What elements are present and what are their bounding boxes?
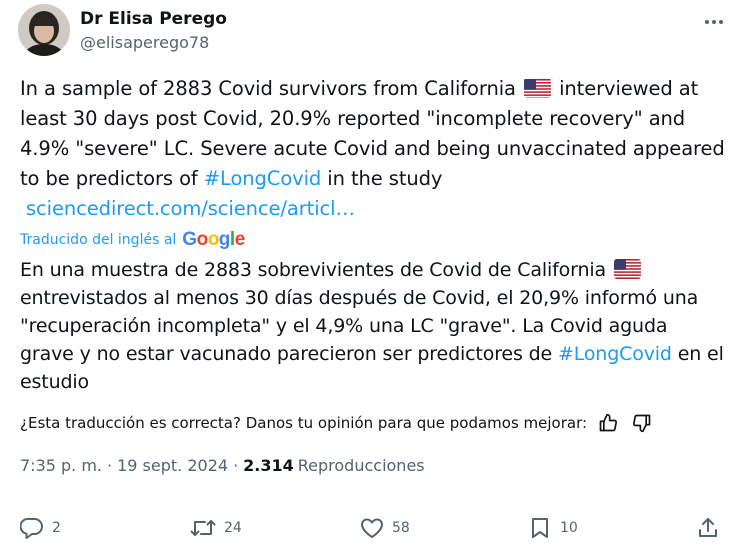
tweet-date[interactable]: 19 sept. 2024 <box>117 456 228 475</box>
like-button[interactable]: 58 <box>360 516 410 540</box>
more-options-icon[interactable] <box>700 8 728 36</box>
tweet-meta: 7:35 p. m. · 19 sept. 2024 · 2.314 Repro… <box>20 456 425 475</box>
tweet-header: Dr Elisa Perego @elisaperego78 <box>18 4 728 56</box>
hashtag-link[interactable]: #LongCovid <box>204 167 322 190</box>
google-logo: Google <box>182 229 245 250</box>
separator-dot: · <box>107 456 113 475</box>
tweet-text: In a sample of 2883 Covid survivors from… <box>20 74 726 224</box>
bookmark-icon <box>528 516 552 540</box>
views-count[interactable]: 2.314 <box>243 456 294 475</box>
author-display-name[interactable]: Dr Elisa Perego <box>80 8 227 30</box>
us-flag-icon <box>523 78 551 98</box>
tweet-text-part: In a sample of 2883 Covid survivors from… <box>20 77 516 100</box>
reply-icon <box>20 516 44 540</box>
tweet-time[interactable]: 7:35 p. m. <box>20 456 102 475</box>
bookmark-count: 10 <box>560 520 578 536</box>
translated-text-part: En una muestra de 2883 sobrevivientes de… <box>20 259 606 281</box>
heart-icon <box>360 516 384 540</box>
share-icon <box>696 516 720 540</box>
thumbs-up-icon[interactable] <box>595 410 621 436</box>
views-label[interactable]: Reproducciones <box>298 456 425 475</box>
external-link[interactable]: sciencedirect.com/science/articl… <box>26 197 355 220</box>
action-bar: 2 24 58 10 <box>20 512 726 544</box>
separator-dot: · <box>233 456 239 475</box>
hashtag-link[interactable]: #LongCovid <box>558 343 672 365</box>
reply-button[interactable]: 2 <box>20 516 61 540</box>
translation-label: Traducido del inglés al <box>20 232 177 248</box>
tweet-text-part: in the study <box>321 167 443 190</box>
translated-text: En una muestra de 2883 sobrevivientes de… <box>20 256 726 396</box>
like-count: 58 <box>392 520 410 536</box>
translation-attribution: Traducido del inglés al Google <box>20 229 245 251</box>
retweet-button[interactable]: 24 <box>190 516 242 540</box>
share-button[interactable] <box>696 516 720 540</box>
feedback-prompt: ¿Esta traducción es correcta? Danos tu o… <box>20 414 588 432</box>
avatar[interactable] <box>18 4 70 56</box>
retweet-count: 24 <box>224 520 242 536</box>
reply-count: 2 <box>52 520 61 536</box>
thumbs-down-icon[interactable] <box>629 410 655 436</box>
retweet-icon <box>190 516 216 540</box>
translation-feedback: ¿Esta traducción es correcta? Danos tu o… <box>20 410 710 436</box>
author-handle[interactable]: @elisaperego78 <box>80 32 227 54</box>
us-flag-icon <box>613 259 641 279</box>
bookmark-button[interactable]: 10 <box>528 516 578 540</box>
